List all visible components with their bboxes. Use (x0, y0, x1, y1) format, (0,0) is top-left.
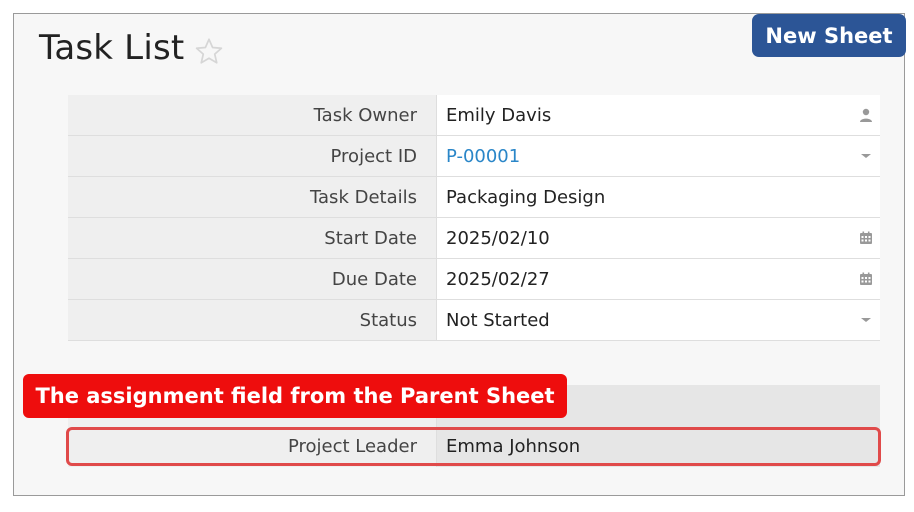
status-field[interactable]: Not Started (436, 300, 880, 340)
field-label: Start Date (68, 218, 436, 258)
calendar-icon[interactable] (858, 271, 874, 287)
field-row-task-details: Task Details Packaging Design (68, 177, 880, 218)
start-date-field[interactable]: 2025/02/10 (436, 218, 880, 258)
field-value: 2025/02/27 (446, 269, 550, 290)
field-label: Task Owner (68, 95, 436, 135)
field-row-task-owner: Task Owner Emily Davis (68, 95, 880, 136)
field-value: 2025/02/10 (446, 228, 550, 249)
field-row-status: Status Not Started (68, 300, 880, 341)
task-owner-field[interactable]: Emily Davis (436, 95, 880, 135)
calendar-icon[interactable] (858, 230, 874, 246)
due-date-field[interactable]: 2025/02/27 (436, 259, 880, 299)
field-value: Not Started (446, 310, 550, 331)
field-label: Status (68, 300, 436, 340)
field-row-start-date: Start Date 2025/02/10 (68, 218, 880, 259)
page-title: Task List (39, 28, 185, 68)
field-label: Due Date (68, 259, 436, 299)
user-icon[interactable] (858, 107, 874, 123)
field-row-due-date: Due Date 2025/02/27 (68, 259, 880, 300)
field-row-project-leader: Project Leader Emma Johnson (68, 426, 880, 467)
record-form: Task Owner Emily Davis Project ID P-0000… (68, 95, 880, 341)
annotation-callout: The assignment field from the Parent She… (23, 374, 567, 418)
project-id-field[interactable]: P-00001 (436, 136, 880, 176)
new-sheet-button[interactable]: New Sheet (752, 14, 906, 57)
caret-down-icon[interactable] (858, 312, 874, 328)
star-icon[interactable] (193, 36, 225, 68)
project-id-link[interactable]: P-00001 (446, 146, 520, 167)
field-value: Emily Davis (446, 105, 552, 126)
field-row-project-id: Project ID P-00001 (68, 136, 880, 177)
field-label: Project Leader (68, 426, 436, 467)
field-value: Packaging Design (446, 187, 606, 208)
field-label: Task Details (68, 177, 436, 217)
project-leader-field: Emma Johnson (436, 426, 880, 467)
field-label: Project ID (68, 136, 436, 176)
task-details-field[interactable]: Packaging Design (436, 177, 880, 217)
caret-down-icon[interactable] (858, 148, 874, 164)
